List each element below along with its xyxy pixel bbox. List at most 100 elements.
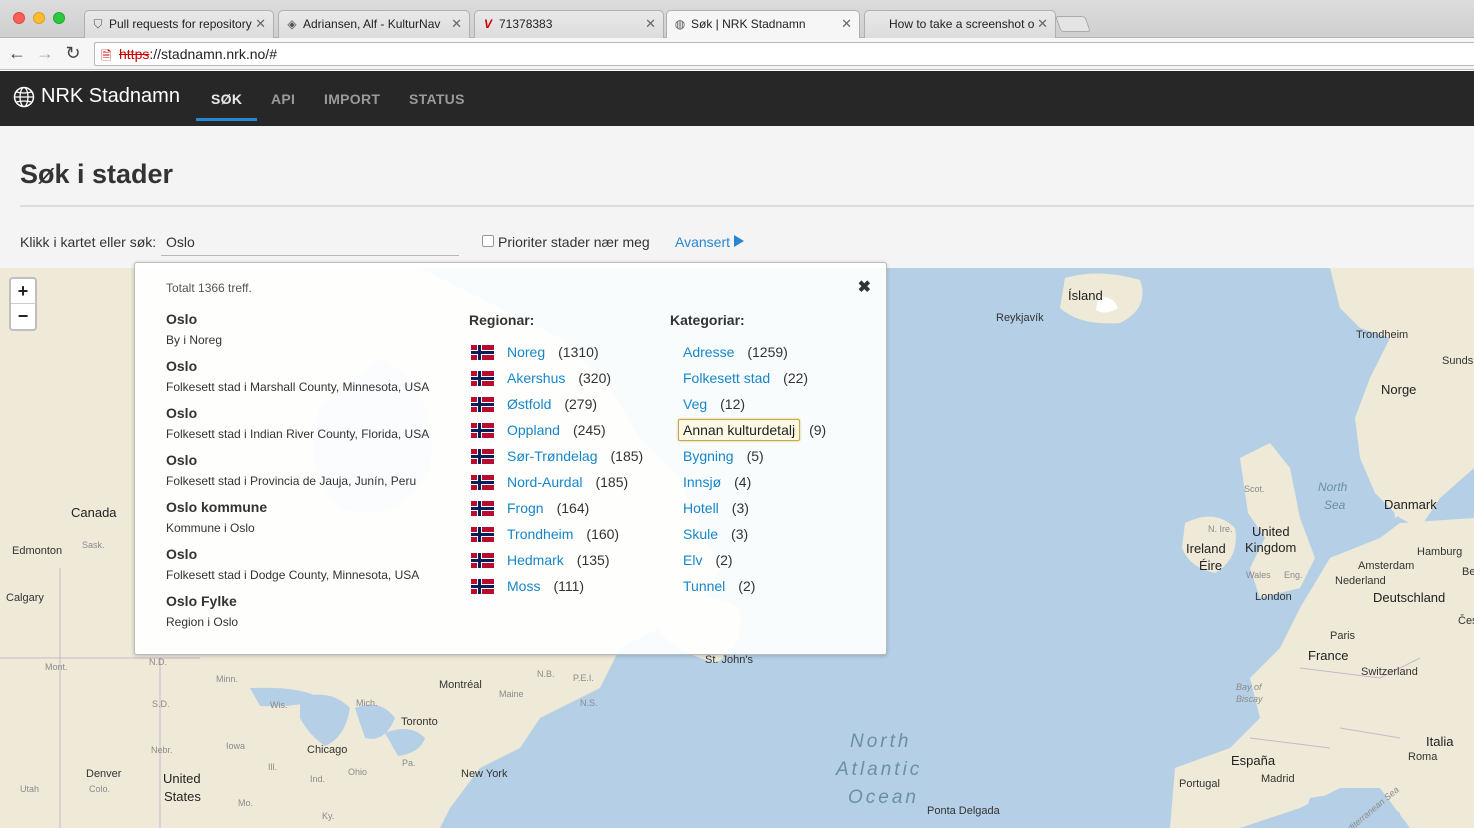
brand-logo[interactable]: NRK Stadnamn bbox=[13, 85, 180, 108]
globe-icon: ◍ bbox=[674, 17, 686, 31]
map-label-united-states-2: States bbox=[164, 789, 201, 804]
category-facet[interactable]: Adresse (1259) bbox=[683, 344, 788, 360]
facet-link[interactable]: Moss bbox=[507, 578, 540, 594]
nav-link-import[interactable]: IMPORT bbox=[324, 91, 380, 107]
facet-link[interactable]: Frogn bbox=[507, 500, 544, 516]
forward-arrow-icon[interactable]: → bbox=[34, 42, 56, 64]
facet-link[interactable]: Nord-Aurdal bbox=[507, 474, 582, 490]
facet-link[interactable]: Bygning bbox=[683, 448, 734, 464]
facet-link[interactable]: Oppland bbox=[507, 422, 560, 438]
facet-link[interactable]: Trondheim bbox=[507, 526, 573, 542]
result-item[interactable]: Oslo Folkesett stad i Marshall County, M… bbox=[166, 358, 429, 394]
tab-title: Søk | NRK Stadnamn bbox=[691, 17, 806, 31]
category-facet[interactable]: Elv (2) bbox=[683, 552, 733, 568]
facet-link[interactable]: Østfold bbox=[507, 396, 551, 412]
norway-flag-icon bbox=[471, 422, 494, 438]
close-tab-icon[interactable]: ✕ bbox=[255, 16, 266, 32]
result-item[interactable]: Oslo By i Noreg bbox=[166, 311, 222, 347]
prioritize-nearby-label[interactable]: Prioriter stader nær meg bbox=[498, 234, 650, 250]
nav-link-status[interactable]: STATUS bbox=[409, 91, 465, 107]
region-facet[interactable]: Hedmark (135) bbox=[471, 552, 609, 568]
close-icon[interactable]: ✖ bbox=[858, 277, 871, 297]
region-facet[interactable]: Oppland (245) bbox=[471, 422, 606, 438]
reload-icon[interactable]: ↻ bbox=[62, 42, 84, 64]
result-item[interactable]: Oslo kommune Kommune i Oslo bbox=[166, 499, 267, 535]
facet-count: (4) bbox=[734, 474, 752, 490]
close-tab-icon[interactable]: ✕ bbox=[1037, 16, 1048, 32]
result-name[interactable]: Oslo bbox=[166, 452, 416, 468]
region-facet[interactable]: Noreg (1310) bbox=[471, 344, 599, 360]
zoom-in-button[interactable]: + bbox=[11, 279, 35, 304]
prioritize-nearby-checkbox[interactable] bbox=[482, 235, 494, 247]
zoom-out-button[interactable]: − bbox=[11, 304, 35, 329]
facet-link[interactable]: Folkesett stad bbox=[683, 370, 770, 386]
minimize-window-button[interactable] bbox=[33, 12, 45, 24]
result-item[interactable]: Oslo Fylke Region i Oslo bbox=[166, 593, 238, 629]
nav-link-api[interactable]: API bbox=[271, 91, 295, 107]
facet-link[interactable]: Skule bbox=[683, 526, 718, 542]
result-name[interactable]: Oslo bbox=[166, 311, 222, 327]
browser-tab-kulturnav[interactable]: ◈ Adriansen, Alf - KulturNav ✕ bbox=[278, 10, 470, 38]
region-facet[interactable]: Nord-Aurdal (185) bbox=[471, 474, 628, 490]
region-facet[interactable]: Sør-Trøndelag (185) bbox=[471, 448, 643, 464]
nav-link-sok[interactable]: SØK bbox=[211, 91, 242, 107]
result-name[interactable]: Oslo bbox=[166, 546, 419, 562]
browser-tab-pull-requests[interactable]: ⛉ Pull requests for repository ✕ bbox=[84, 10, 274, 38]
map-label-toronto: Toronto bbox=[401, 716, 438, 728]
facet-link[interactable]: Sør-Trøndelag bbox=[507, 448, 598, 464]
map-label-hamburg: Hamburg bbox=[1417, 546, 1463, 558]
category-facet[interactable]: Hotell (3) bbox=[683, 500, 749, 516]
browser-tab-stadnamn[interactable]: ◍ Søk | NRK Stadnamn ✕ bbox=[666, 10, 860, 39]
facet-link[interactable]: Hedmark bbox=[507, 552, 564, 568]
new-tab-button[interactable] bbox=[1055, 16, 1091, 32]
region-facet[interactable]: Moss (111) bbox=[471, 578, 584, 594]
facet-link[interactable]: Akershus bbox=[507, 370, 565, 386]
back-arrow-icon[interactable]: ← bbox=[6, 42, 28, 64]
facet-count: (245) bbox=[572, 422, 606, 438]
region-facet[interactable]: Østfold (279) bbox=[471, 396, 597, 412]
category-facet[interactable]: Bygning (5) bbox=[683, 448, 764, 464]
browser-tab-screenshot[interactable]: How to take a screenshot o ✕ bbox=[864, 10, 1056, 38]
facet-link[interactable]: Noreg bbox=[507, 344, 545, 360]
result-name[interactable]: Oslo Fylke bbox=[166, 593, 238, 609]
close-window-button[interactable] bbox=[13, 12, 25, 24]
close-tab-icon[interactable]: ✕ bbox=[451, 16, 462, 32]
category-facet[interactable]: Innsjø (4) bbox=[683, 474, 751, 490]
result-name[interactable]: Oslo bbox=[166, 358, 429, 374]
facet-count: (164) bbox=[556, 500, 590, 516]
category-facet[interactable]: Skule (3) bbox=[683, 526, 748, 542]
category-facet[interactable]: Veg (12) bbox=[683, 396, 745, 412]
close-tab-icon[interactable]: ✕ bbox=[645, 16, 656, 32]
result-item[interactable]: Oslo Folkesett stad i Provincia de Jauja… bbox=[166, 452, 416, 488]
address-bar[interactable]: 🗎 https://stadnamn.nrk.no/# bbox=[94, 42, 1474, 66]
facet-link[interactable]: Veg bbox=[683, 396, 707, 412]
maximize-window-button[interactable] bbox=[53, 12, 65, 24]
browser-tab-71378383[interactable]: V 71378383 ✕ bbox=[474, 10, 664, 38]
map-label-ill: Ill. bbox=[268, 762, 277, 772]
search-input[interactable] bbox=[161, 229, 459, 256]
map-label-utah: Utah bbox=[20, 784, 40, 794]
category-facet[interactable]: Folkesett stad (22) bbox=[683, 370, 808, 386]
result-name[interactable]: Oslo kommune bbox=[166, 499, 267, 515]
category-facet[interactable]: Annan kulturdetalj (9) bbox=[678, 419, 826, 441]
region-facet[interactable]: Trondheim (160) bbox=[471, 526, 619, 542]
facet-link[interactable]: Elv bbox=[683, 552, 702, 568]
result-item[interactable]: Oslo Folkesett stad i Indian River Count… bbox=[166, 405, 429, 441]
region-facet[interactable]: Frogn (164) bbox=[471, 500, 589, 516]
search-header: Søk i stader Klikk i kartet eller søk: P… bbox=[0, 126, 1474, 268]
map-label-atlantic: Atlantic bbox=[836, 759, 923, 780]
facet-link[interactable]: Innsjø bbox=[683, 474, 721, 490]
category-facet[interactable]: Tunnel (2) bbox=[683, 578, 755, 594]
facet-link[interactable]: Hotell bbox=[683, 500, 719, 516]
region-facet[interactable]: Akershus (320) bbox=[471, 370, 611, 386]
result-item[interactable]: Oslo Folkesett stad i Dodge County, Minn… bbox=[166, 546, 419, 582]
triangle-right-icon[interactable] bbox=[734, 235, 744, 247]
map-label-amsterdam: Amsterdam bbox=[1358, 560, 1415, 572]
advanced-search-link[interactable]: Avansert bbox=[675, 234, 730, 250]
map-label-mich: Mich. bbox=[356, 698, 378, 708]
facet-link[interactable]: Adresse bbox=[683, 344, 734, 360]
close-tab-icon[interactable]: ✕ bbox=[841, 16, 852, 32]
facet-link-focused[interactable]: Annan kulturdetalj bbox=[678, 419, 801, 441]
facet-link[interactable]: Tunnel bbox=[683, 578, 725, 594]
result-name[interactable]: Oslo bbox=[166, 405, 429, 421]
